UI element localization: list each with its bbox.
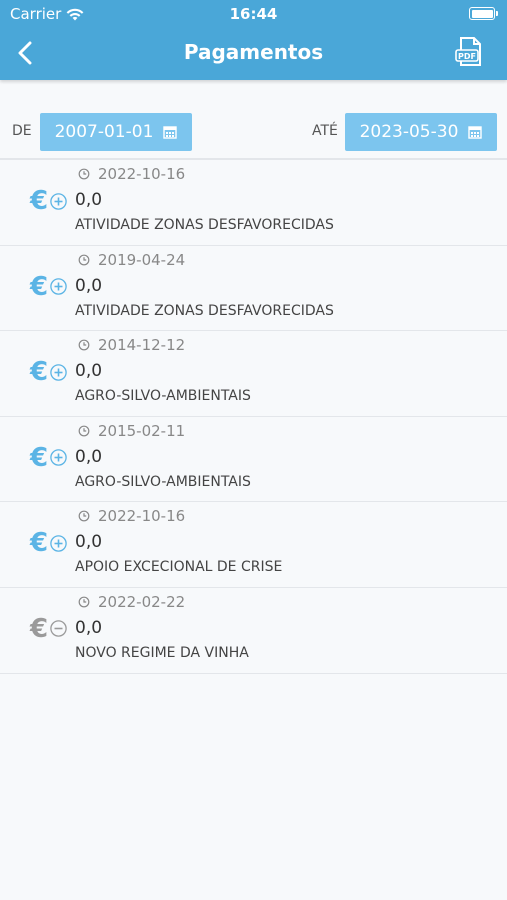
plus-circle-icon: [50, 278, 67, 295]
clock-icon: [78, 254, 90, 265]
payment-date: 2022-10-16: [78, 507, 185, 525]
euro-icon: €: [30, 357, 49, 388]
pdf-export-button[interactable]: PDF: [455, 36, 485, 68]
date-filter: DE 2007-01-01 ATÉ 2023-05-30: [0, 106, 507, 158]
payment-amount: 0,0: [75, 617, 103, 638]
payment-description: ATIVIDADE ZONAS DESFAVORECIDAS: [75, 217, 334, 233]
from-label: DE: [12, 123, 32, 139]
payment-row[interactable]: 2014-12-12 €0,0 AGRO-SILVO-AMBIENTAIS: [0, 331, 507, 417]
euro-icon: €: [30, 186, 49, 216]
payment-date-value: 2022-10-16: [98, 165, 186, 183]
payment-date-value: 2022-10-16: [98, 507, 186, 526]
payment-amount: 0,0: [75, 446, 103, 467]
plus-circle-icon: [50, 192, 67, 210]
clock-icon: [78, 596, 90, 608]
euro-icon: €: [30, 528, 49, 559]
payment-row[interactable]: 2019-04-24 €0,0 ATIVIDADE ZONAS DESFAVOREC…: [0, 246, 507, 332]
payment-date-value: 2015-02-11: [98, 421, 186, 440]
payment-status-icons: €: [30, 530, 67, 556]
euro-icon: €: [30, 271, 49, 302]
to-date-value: 2023-05-30: [359, 122, 459, 142]
clock-icon: [78, 339, 90, 351]
clock: 16:44: [229, 5, 278, 23]
payment-row[interactable]: 2022-02-22 €0,0 NOVO REGIME DA VINHA: [0, 588, 507, 674]
battery-icon: [469, 7, 498, 20]
payment-description: AGRO-SILVO-AMBIENTAIS: [75, 388, 251, 405]
payment-description: NOVO REGIME DA VINHA: [75, 644, 249, 661]
app-header: Carrier 16:44 Pagamentos PDF: [0, 0, 507, 80]
to-label: ATÉ: [312, 123, 338, 139]
payment-date: 2022-10-16: [78, 165, 185, 183]
clock-icon: [78, 510, 90, 522]
from-date-picker[interactable]: 2007-01-01: [40, 113, 192, 151]
payment-description: AGRO-SILVO-AMBIENTAIS: [75, 473, 251, 490]
payment-date-value: 2022-02-22: [98, 592, 186, 611]
payment-date: 2015-02-11: [78, 422, 185, 440]
calendar-icon: [163, 126, 178, 139]
payments-list: 2022-10-16 €0,0 ATIVIDADE ZONAS DESFAVOREC…: [0, 160, 507, 674]
payment-status-icons: €: [30, 616, 67, 642]
calendar-icon: [468, 126, 483, 139]
payment-amount: 0,0: [75, 190, 103, 210]
payment-status-icons: €: [30, 359, 67, 385]
plus-circle-icon: [50, 363, 67, 381]
payment-row[interactable]: 2022-10-16 €0,0 APOIO EXCECIONAL DE CRISE: [0, 502, 507, 588]
payment-row[interactable]: 2015-02-11 €0,0 AGRO-SILVO-AMBIENTAIS: [0, 417, 507, 503]
payment-description: APOIO EXCECIONAL DE CRISE: [75, 559, 283, 576]
clock-icon: [78, 425, 90, 437]
payment-status-icons: €: [30, 188, 67, 214]
payment-status-icons: €: [30, 274, 67, 300]
to-date-picker[interactable]: 2023-05-30: [345, 113, 497, 151]
plus-circle-icon: [50, 449, 67, 467]
payment-amount: 0,0: [75, 275, 103, 296]
clock-icon: [78, 168, 90, 180]
from-date-value: 2007-01-01: [54, 122, 154, 142]
payment-date: 2019-04-24: [78, 251, 185, 269]
plus-circle-icon: [50, 535, 67, 552]
euro-icon: €: [30, 613, 49, 644]
payment-amount: 0,0: [75, 361, 103, 382]
payment-amount: 0,0: [75, 532, 103, 553]
minus-circle-icon: [50, 620, 67, 638]
payment-status-icons: €: [30, 445, 67, 471]
payment-row[interactable]: 2022-10-16 €0,0 ATIVIDADE ZONAS DESFAVOREC…: [0, 160, 507, 246]
payment-date-value: 2019-04-24: [98, 250, 186, 269]
pdf-icon-label: PDF: [458, 52, 476, 61]
status-bar: Carrier 16:44: [0, 0, 507, 28]
payment-date: 2014-12-12: [78, 336, 185, 354]
page-title: Pagamentos: [183, 40, 324, 64]
euro-icon: €: [30, 442, 49, 473]
payment-date-value: 2014-12-12: [98, 336, 186, 355]
payment-date: 2022-02-22: [78, 593, 185, 611]
payment-description: ATIVIDADE ZONAS DESFAVORECIDAS: [75, 302, 334, 319]
pdf-icon: PDF: [455, 37, 481, 66]
